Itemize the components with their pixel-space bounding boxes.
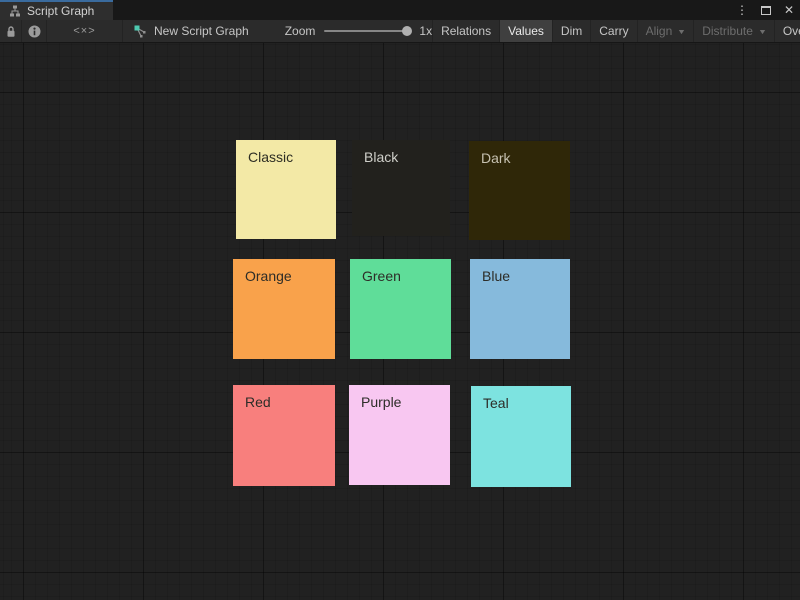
tab-title: Script Graph: [27, 4, 94, 18]
sticky-note-title: Purple: [349, 385, 450, 419]
toolbar-button-label: Distribute: [702, 24, 753, 38]
graph-toolbar: <×> New Script Graph Zoom 1x Relations Va…: [0, 20, 800, 43]
window-controls: ⋮ ✕: [736, 0, 794, 20]
sticky-note-title: Green: [350, 259, 451, 293]
graph-canvas[interactable]: Classic Black Dark Orange Green Blue Red Purple…: [0, 43, 800, 600]
sticky-note-title: Black: [352, 140, 450, 174]
code-view-button[interactable]: <×>: [47, 20, 123, 42]
toolbar-button-label: Align: [646, 24, 673, 38]
chevron-down-icon: ▼: [677, 29, 686, 36]
info-icon: [28, 25, 41, 38]
toolbar-button-group: Relations Values Dim Carry Align ▼ Distribute ▼…: [432, 20, 800, 42]
sticky-note-title: Teal: [471, 386, 571, 420]
zoom-slider-handle[interactable]: [402, 26, 412, 36]
graph-name-field[interactable]: New Script Graph: [123, 20, 259, 42]
sticky-note-title: Orange: [233, 259, 335, 293]
sticky-note-title: Blue: [470, 259, 570, 293]
zoom-control: Zoom 1x: [285, 20, 432, 42]
toolbar-button-align: Align ▼: [638, 20, 695, 42]
sticky-note-purple[interactable]: Purple: [349, 385, 450, 485]
sticky-note-teal[interactable]: Teal: [471, 386, 571, 487]
code-icon: <×>: [73, 25, 95, 37]
info-button[interactable]: [22, 20, 47, 42]
sticky-note-black[interactable]: Black: [352, 140, 450, 236]
sticky-note-red[interactable]: Red: [233, 385, 335, 486]
maximize-icon[interactable]: [761, 6, 771, 15]
sticky-note-green[interactable]: Green: [350, 259, 451, 359]
chevron-down-icon: ▼: [758, 29, 767, 36]
toolbar-button-carry[interactable]: Carry: [591, 20, 637, 42]
zoom-label: Zoom: [285, 24, 316, 38]
toolbar-button-overview[interactable]: Overview: [775, 20, 800, 42]
window-menu-icon[interactable]: ⋮: [736, 4, 748, 16]
tab-script-graph[interactable]: Script Graph: [0, 0, 113, 20]
sticky-note-title: Red: [233, 385, 335, 419]
sticky-note-title: Dark: [469, 141, 570, 175]
toolbar-button-label: Carry: [599, 24, 628, 38]
sticky-note-blue[interactable]: Blue: [470, 259, 570, 359]
lock-icon: [5, 25, 17, 38]
sticky-note-classic[interactable]: Classic: [236, 140, 336, 239]
toolbar-button-distribute: Distribute ▼: [694, 20, 775, 42]
lock-button[interactable]: [0, 20, 22, 42]
toolbar-button-dim[interactable]: Dim: [553, 20, 591, 42]
toolbar-button-label: Relations: [441, 24, 491, 38]
toolbar-button-values[interactable]: Values: [500, 20, 553, 42]
toolbar-button-label: Dim: [561, 24, 582, 38]
title-bar: Script Graph ⋮ ✕: [0, 0, 800, 20]
toolbar-button-relations[interactable]: Relations: [433, 20, 500, 42]
toolbar-button-label: Values: [508, 24, 544, 38]
zoom-value: 1x: [419, 24, 432, 38]
sticky-note-dark[interactable]: Dark: [469, 141, 570, 240]
script-graph-asset-icon: [133, 24, 147, 38]
graph-name-label: New Script Graph: [154, 24, 249, 38]
graph-tree-icon: [9, 5, 21, 17]
toolbar-button-label: Overview: [783, 24, 800, 38]
sticky-note-orange[interactable]: Orange: [233, 259, 335, 359]
sticky-note-title: Classic: [236, 140, 336, 174]
close-icon[interactable]: ✕: [784, 4, 794, 16]
zoom-slider[interactable]: [324, 30, 410, 32]
